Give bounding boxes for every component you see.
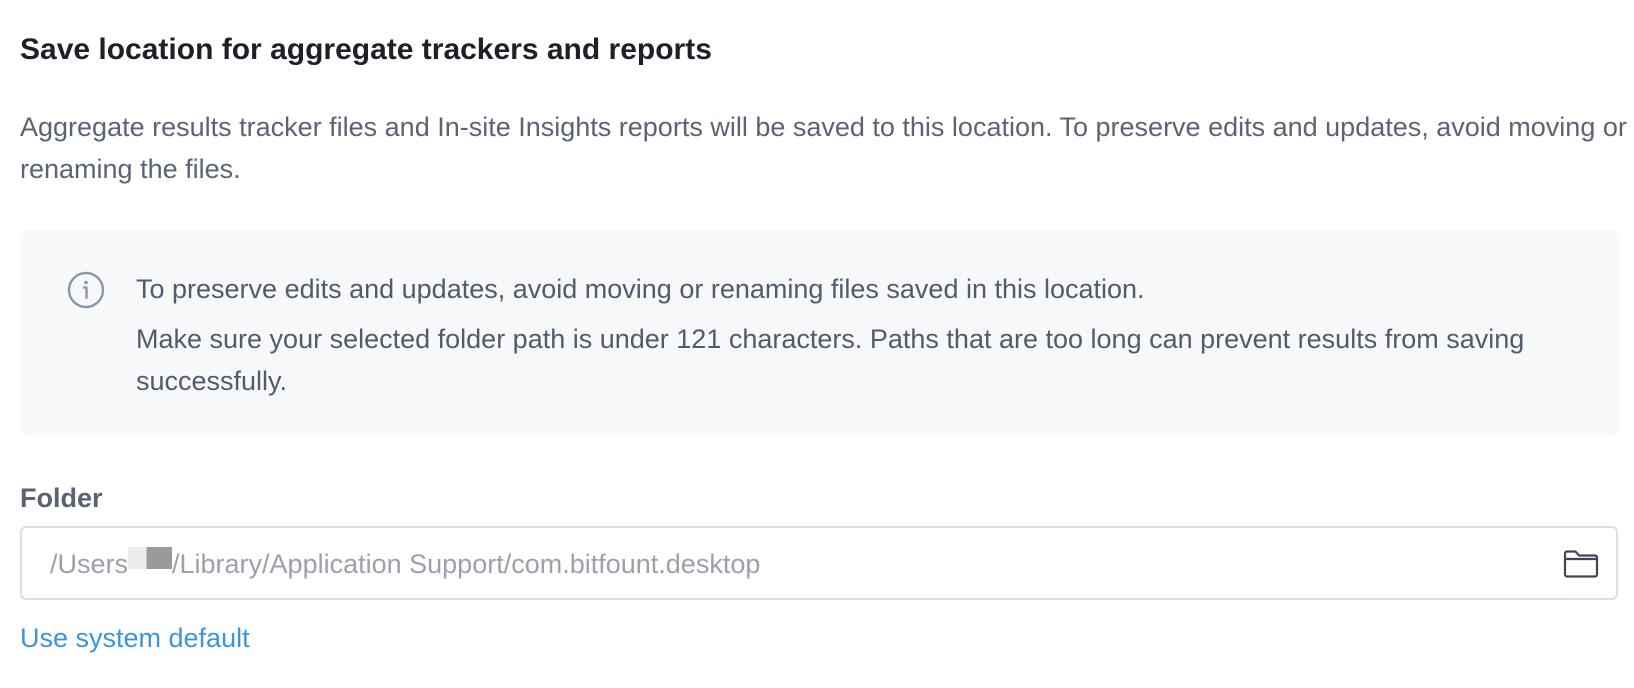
info-line-2: Make sure your selected folder path is u… — [136, 324, 1525, 396]
info-icon — [67, 271, 105, 309]
folder-path-prefix: /Users — [50, 549, 129, 579]
section-title: Save location for aggregate trackers and… — [20, 33, 712, 66]
info-callout: To preserve edits and updates, avoid mov… — [20, 230, 1620, 436]
info-text: To preserve edits and updates, avoid mov… — [136, 268, 1556, 402]
folder-path-suffix: /Library/Application Support/com.bitfoun… — [172, 549, 761, 579]
redacted-username — [128, 547, 173, 569]
folder-path-value[interactable]: /Users/Library/Application Support/com.b… — [50, 546, 760, 582]
folder-icon[interactable] — [1562, 548, 1600, 580]
folder-label: Folder — [20, 483, 103, 513]
folder-path-field[interactable]: /Users/Library/Application Support/com.b… — [20, 526, 1618, 600]
use-system-default-link[interactable]: Use system default — [20, 620, 250, 656]
section-description: Aggregate results tracker files and In-s… — [20, 112, 1627, 184]
info-line-1: To preserve edits and updates, avoid mov… — [136, 274, 1145, 304]
